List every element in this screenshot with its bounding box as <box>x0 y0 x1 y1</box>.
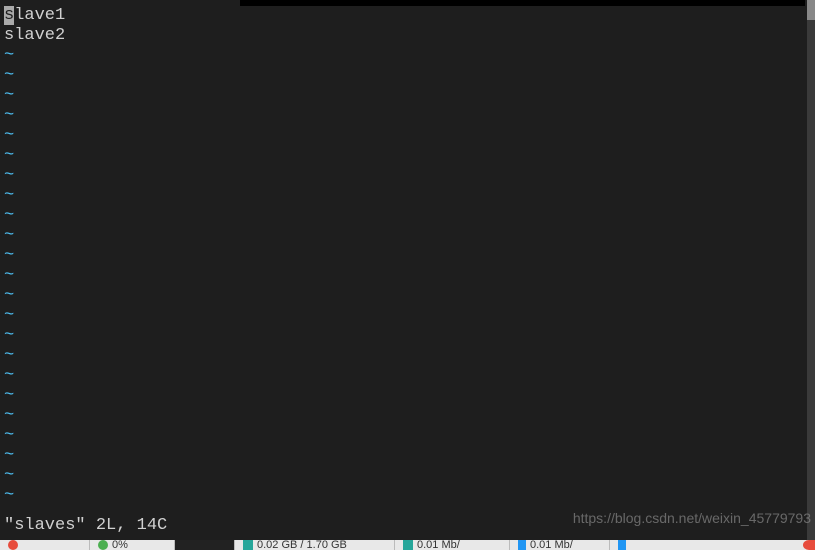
empty-line-tilde: ~ <box>4 446 811 466</box>
empty-line-tilde: ~ <box>4 326 811 346</box>
empty-line-tilde: ~ <box>4 366 811 386</box>
net-up-label: 0.01 Mb/ <box>530 540 573 550</box>
editor-line-1: slave1 <box>4 6 811 26</box>
taskbar-net-down[interactable]: 0.01 Mb/ <box>395 540 510 550</box>
editor-line-2: slave2 <box>4 26 811 46</box>
line-text: lave1 <box>14 6 65 25</box>
taskbar-net-up[interactable]: 0.01 Mb/ <box>510 540 610 550</box>
empty-line-tilde: ~ <box>4 286 811 306</box>
app-dot-icon <box>8 540 18 550</box>
empty-line-tilde: ~ <box>4 486 811 506</box>
taskbar-app-indicator[interactable] <box>0 540 90 550</box>
watermark-text: https://blog.csdn.net/weixin_45779793 <box>573 508 811 528</box>
net-down-label: 0.01 Mb/ <box>417 540 460 550</box>
top-tab-indicator <box>240 0 805 6</box>
memory-label: 0.02 GB / 1.70 GB <box>257 540 347 550</box>
empty-line-tilde: ~ <box>4 86 811 106</box>
empty-line-tilde: ~ <box>4 66 811 86</box>
empty-line-tilde: ~ <box>4 106 811 126</box>
cursor: s <box>4 6 14 25</box>
empty-line-tilde: ~ <box>4 206 811 226</box>
empty-line-tilde: ~ <box>4 346 811 366</box>
taskbar-cpu[interactable]: 0% <box>90 540 175 550</box>
empty-line-tilde: ~ <box>4 466 811 486</box>
empty-line-tilde: ~ <box>4 386 811 406</box>
empty-line-tilde: ~ <box>4 166 811 186</box>
taskbar-memory[interactable]: 0.02 GB / 1.70 GB <box>235 540 395 550</box>
extra-icon <box>618 540 626 550</box>
taskbar-extra[interactable] <box>610 540 815 550</box>
empty-line-tilde: ~ <box>4 246 811 266</box>
taskbar-end-indicator[interactable] <box>803 540 815 550</box>
vim-editor[interactable]: slave1 slave2 ~~~~~~~~~~~~~~~~~~~~~~~ "s… <box>0 0 815 540</box>
empty-line-tilde: ~ <box>4 426 811 446</box>
empty-line-tilde: ~ <box>4 306 811 326</box>
download-icon <box>403 540 413 550</box>
vim-status-line: "slaves" 2L, 14C <box>4 516 167 536</box>
taskbar-active-app[interactable] <box>175 540 235 550</box>
empty-line-tilde: ~ <box>4 46 811 66</box>
empty-line-tilde: ~ <box>4 126 811 146</box>
cpu-percent-label: 0% <box>112 540 128 550</box>
empty-line-tilde: ~ <box>4 146 811 166</box>
system-taskbar[interactable]: 0% 0.02 GB / 1.70 GB 0.01 Mb/ 0.01 Mb/ <box>0 540 815 550</box>
empty-line-tilde: ~ <box>4 266 811 286</box>
scrollbar[interactable] <box>807 0 815 540</box>
empty-line-tilde: ~ <box>4 406 811 426</box>
empty-line-tilde: ~ <box>4 186 811 206</box>
upload-icon <box>518 540 526 550</box>
empty-line-tilde: ~ <box>4 226 811 246</box>
memory-icon <box>243 540 253 550</box>
cpu-icon <box>98 540 108 550</box>
scrollbar-thumb[interactable] <box>807 0 815 20</box>
